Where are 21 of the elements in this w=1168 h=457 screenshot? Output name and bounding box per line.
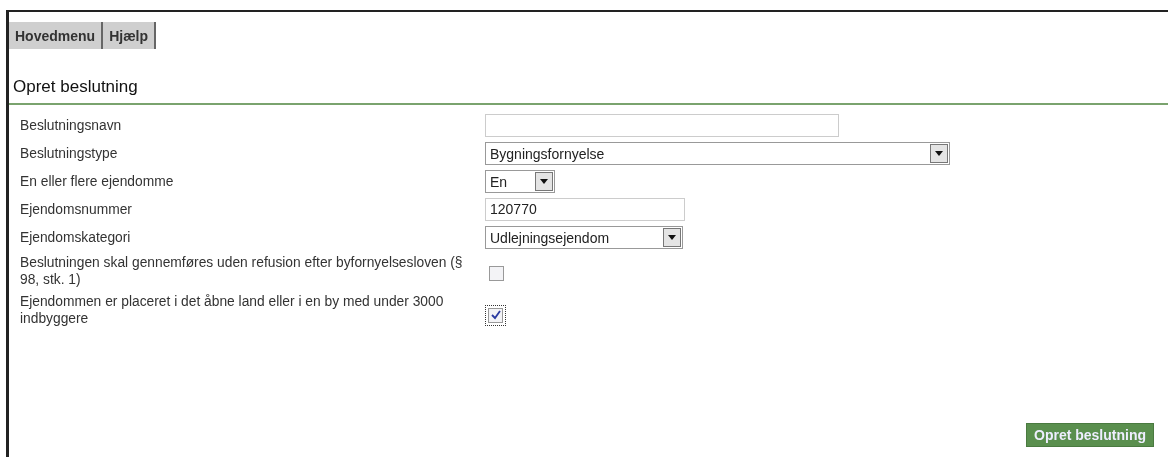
caret-icon (668, 235, 676, 240)
input-field[interactable] (485, 114, 839, 137)
nav-tab[interactable]: Hjælp (103, 22, 156, 49)
checkbox[interactable] (489, 265, 504, 281)
field-label: Beslutningsnavn (20, 117, 123, 134)
caret-icon (935, 151, 943, 156)
field-label: En eller flere ejendomme (20, 173, 175, 190)
nav-tab[interactable]: Hovedmenu (9, 22, 104, 49)
field-label: Ejendomskategori (20, 229, 132, 246)
check-icon (490, 310, 501, 320)
input-field[interactable]: 120770 (485, 198, 685, 221)
dropdown[interactable]: Udlejningsejendom (485, 226, 683, 249)
dropdown[interactable]: En (485, 170, 555, 193)
dropdown[interactable]: Bygningsfornyelse (485, 142, 950, 165)
caret-icon (540, 179, 548, 184)
field-label: Beslutningen skal gennemføres uden refusion efter byfornyelsesloven (§ 98, stk. 1) (20, 254, 464, 288)
page-title: Opret beslutning (12, 77, 139, 98)
checkbox[interactable] (488, 307, 503, 323)
field-label: Ejendomsnummer (20, 201, 133, 218)
field-label: Ejendommen er placeret i det åbne land eller i en by med under 3000 indbyggere (20, 293, 445, 327)
field-label: Beslutningstype (20, 145, 119, 162)
